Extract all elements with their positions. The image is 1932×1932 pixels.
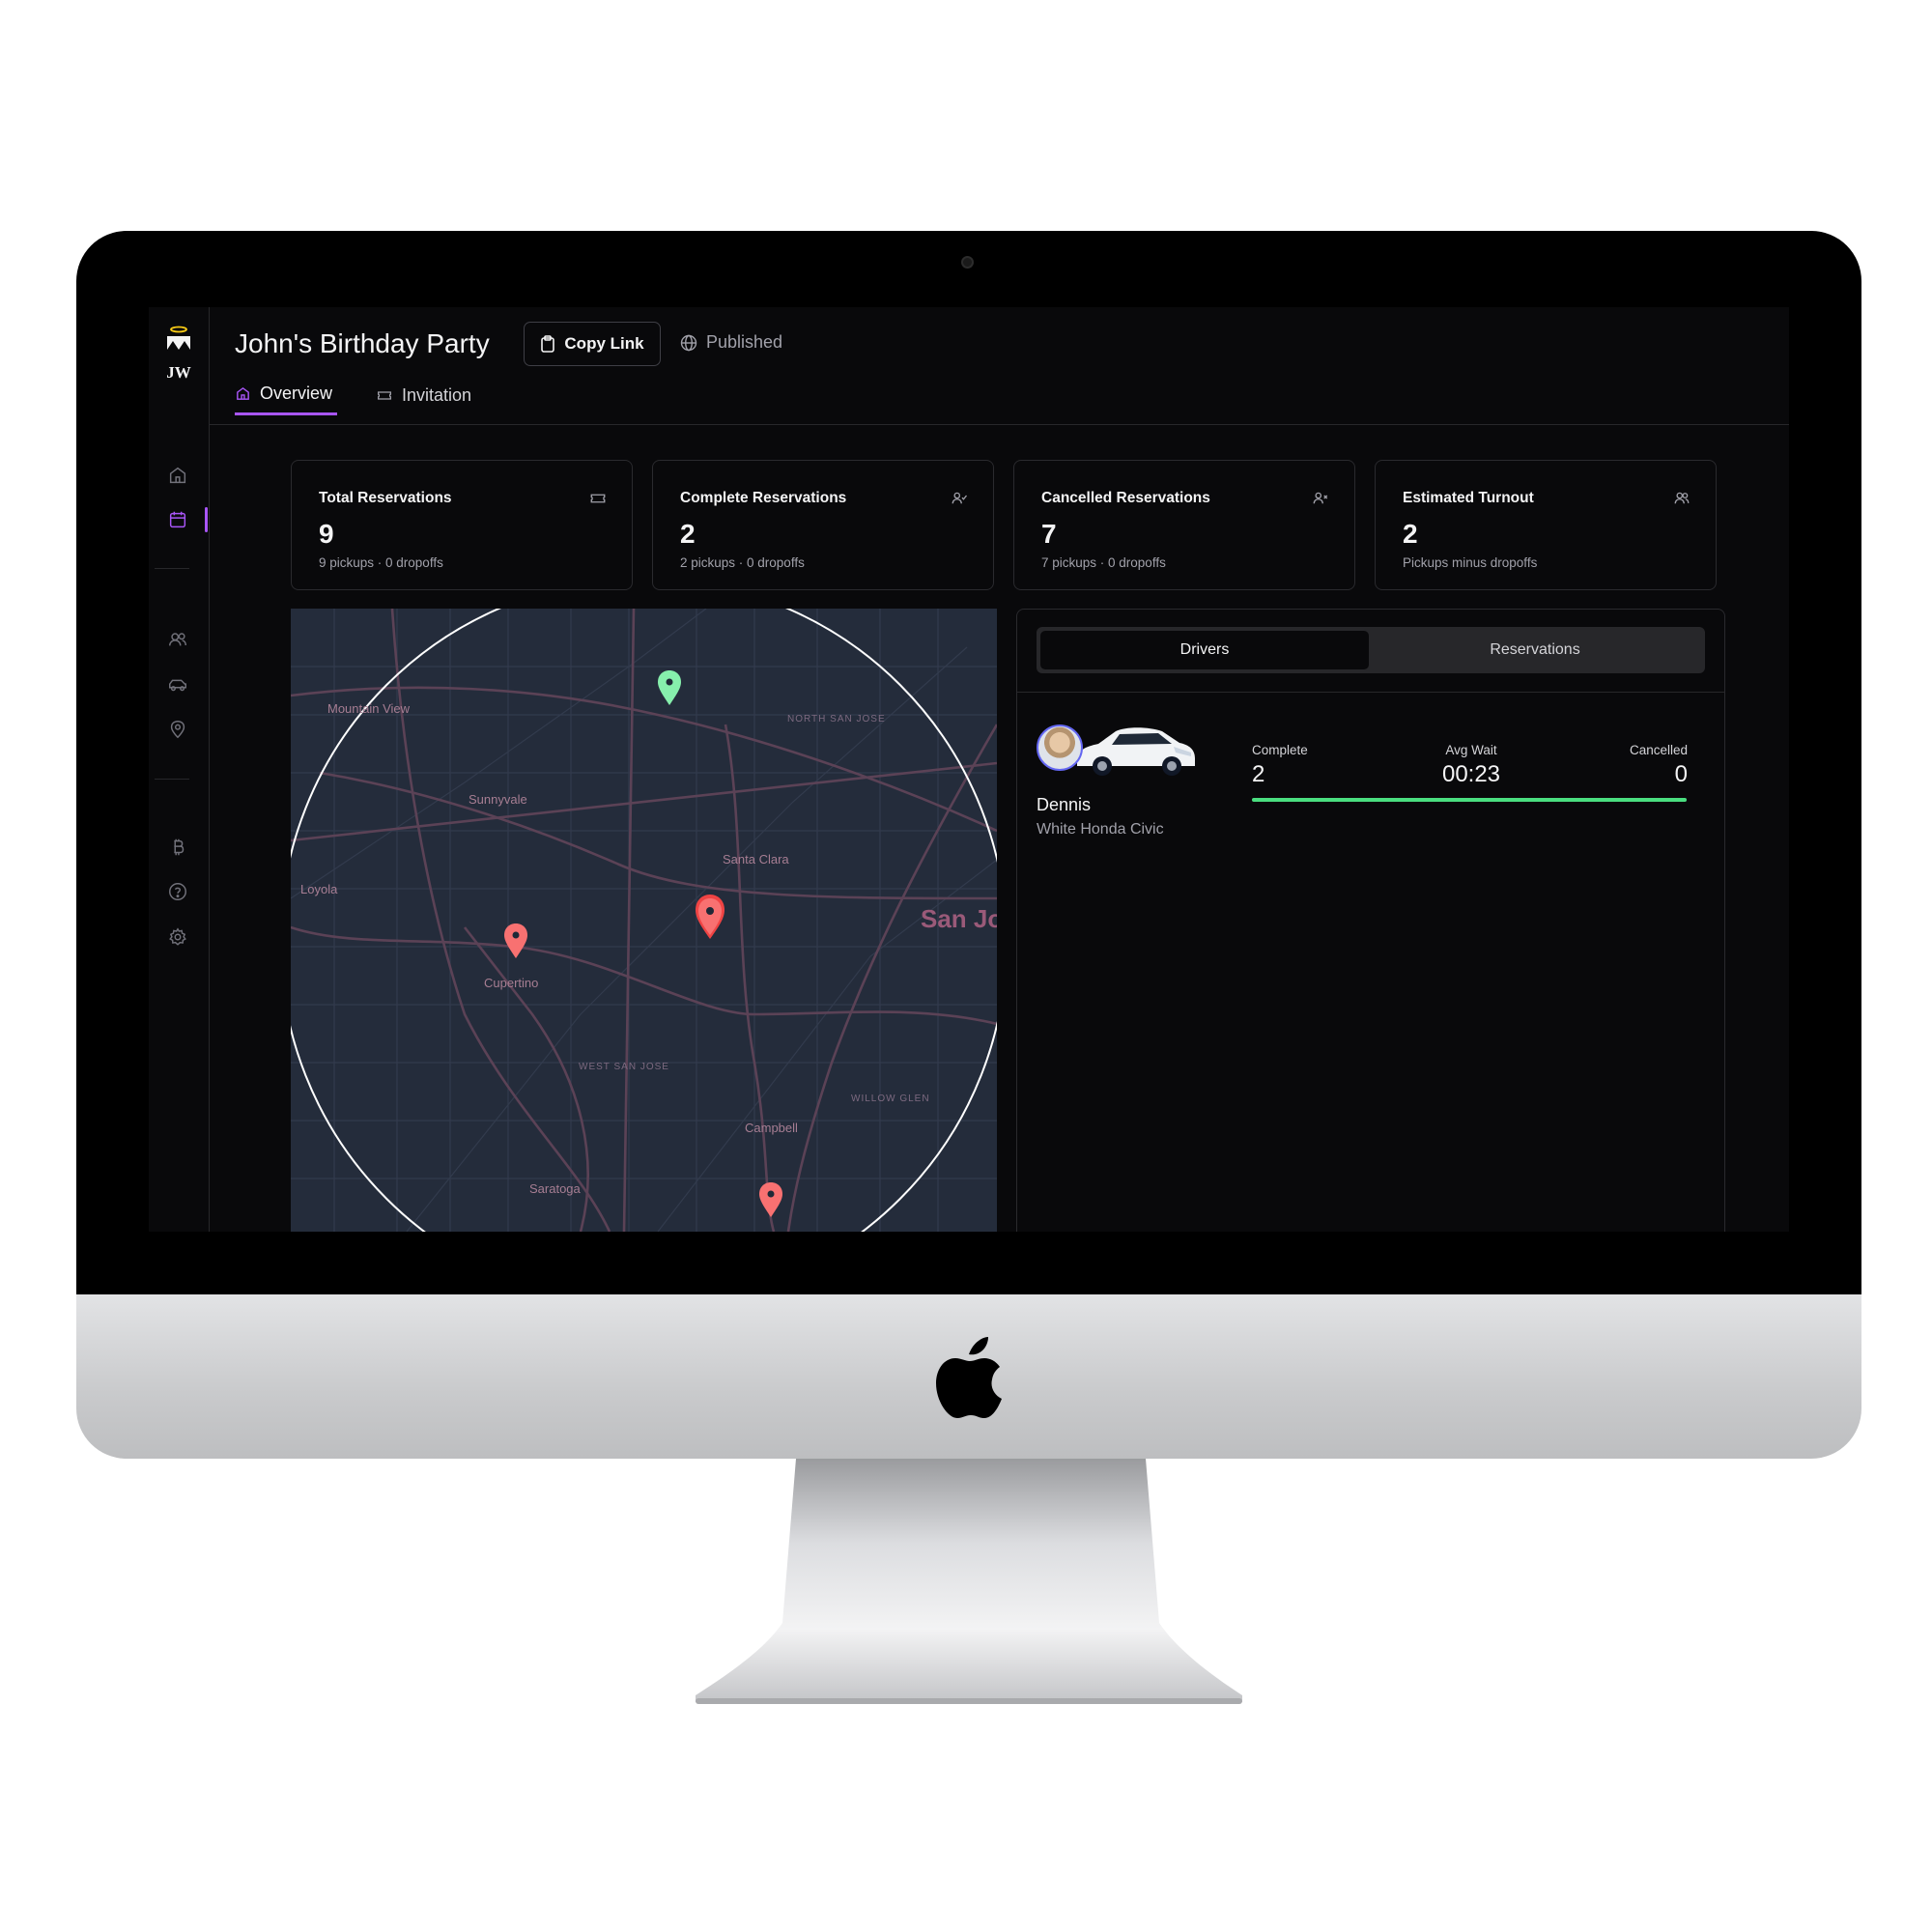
map-label: San Jo [921,904,997,933]
published-status[interactable]: Published [680,332,782,353]
app-screen: JW John's Birthday Party Copy Link Publi… [149,307,1789,1232]
help-icon[interactable] [167,881,188,902]
car-image [1077,727,1195,776]
completion-progress-fill [1252,798,1687,802]
stat-title: Estimated Turnout [1403,490,1534,506]
status-label: Published [706,332,783,352]
home-icon [237,386,249,400]
users-icon[interactable] [167,629,188,650]
stat-subtext: 2 pickups · 0 dropoffs [680,555,805,570]
map-marker-pickup[interactable] [658,670,681,705]
brand-logo-text: JW [166,363,191,382]
driver-avatar[interactable] [1037,724,1083,771]
stat-value: 7 [1041,519,1057,549]
stat-card-total: Total Reservations 9 9 pickups · 0 dropo… [291,460,633,590]
drivers-panel: Drivers Reservations Dennis White Honda … [1016,609,1725,1232]
stat-card-cancelled: Cancelled Reservations 7 7 pickups · 0 d… [1013,460,1355,590]
stat-subtext: Pickups minus dropoffs [1403,555,1538,570]
calendar-icon[interactable] [167,509,188,530]
clipboard-icon [541,335,555,353]
map-canvas: Mountain View NORTH SAN JOSE Sunnyvale S… [291,609,997,1232]
map-label: WILLOW GLEN [851,1094,930,1104]
avg-wait-label: Avg Wait [1445,743,1497,757]
user-x-icon [1313,492,1328,504]
tab-invitation[interactable]: Invitation [376,375,471,415]
home-icon[interactable] [167,465,188,486]
cancelled-label: Cancelled [1629,743,1688,757]
copy-link-button[interactable]: Copy Link [524,322,661,366]
map-label: NORTH SAN JOSE [787,714,886,724]
imac-stand [696,1459,1242,1704]
stat-title: Complete Reservations [680,490,847,506]
sidebar: JW [149,307,210,1232]
panel-divider [1017,692,1724,693]
settings-icon[interactable] [167,926,188,948]
cancelled-value: 0 [1674,761,1688,787]
map-label: WEST SAN JOSE [579,1062,669,1072]
brand-logo-icon [167,326,190,350]
stat-title: Cancelled Reservations [1041,490,1210,506]
map-label: Saratoga [529,1181,582,1196]
tab-invitation-label: Invitation [402,384,472,405]
user-check-icon [952,492,968,504]
globe-icon [680,334,697,351]
car-icon[interactable] [167,674,188,696]
segment-reservations[interactable]: Reservations [1369,631,1701,669]
tab-overview[interactable]: Overview [235,375,337,415]
stat-value: 2 [680,519,696,549]
stat-card-complete: Complete Reservations 2 2 pickups · 0 dr… [652,460,994,590]
map-label: Cupertino [484,976,538,990]
ticket-icon [590,494,606,503]
stat-subtext: 7 pickups · 0 dropoffs [1041,555,1166,570]
map-pin-icon[interactable] [167,719,188,740]
page-title: John's Birthday Party [235,328,490,358]
stat-card-turnout: Estimated Turnout 2 Pickups minus dropof… [1375,460,1717,590]
complete-value: 2 [1252,761,1265,787]
driver-vehicle: White Honda Civic [1037,821,1164,838]
map-view[interactable]: Mountain View NORTH SAN JOSE Sunnyvale S… [291,609,997,1232]
copy-link-label: Copy Link [564,334,644,353]
stat-subtext: 9 pickups · 0 dropoffs [319,555,443,570]
map-label: Sunnyvale [469,792,527,807]
stat-value: 9 [319,519,334,549]
stat-title: Total Reservations [319,490,452,506]
stat-value: 2 [1403,519,1418,549]
segment-drivers[interactable]: Drivers [1040,631,1369,669]
users-icon [1674,492,1690,504]
webcam [961,256,974,269]
header-divider [209,424,1789,425]
bitcoin-icon[interactable] [167,837,188,858]
nav-active-indicator [205,507,208,532]
map-label: Campbell [745,1121,798,1135]
nav-divider [155,568,189,569]
nav-divider [155,779,189,780]
map-label: Mountain View [327,701,411,716]
map-marker-reservation[interactable] [759,1182,782,1217]
driver-name: Dennis [1037,795,1092,814]
panel-segmented-control: Drivers Reservations [1037,627,1705,673]
ticket-icon [377,390,392,400]
tab-overview-label: Overview [260,384,333,403]
complete-label: Complete [1252,743,1308,757]
avg-wait-value: 00:23 [1441,761,1501,787]
apple-logo-icon [936,1337,1002,1418]
map-label: Santa Clara [723,852,789,867]
map-marker-reservation[interactable] [696,895,724,939]
completion-progress-bar [1252,798,1687,802]
map-label: Loyola [300,882,338,896]
